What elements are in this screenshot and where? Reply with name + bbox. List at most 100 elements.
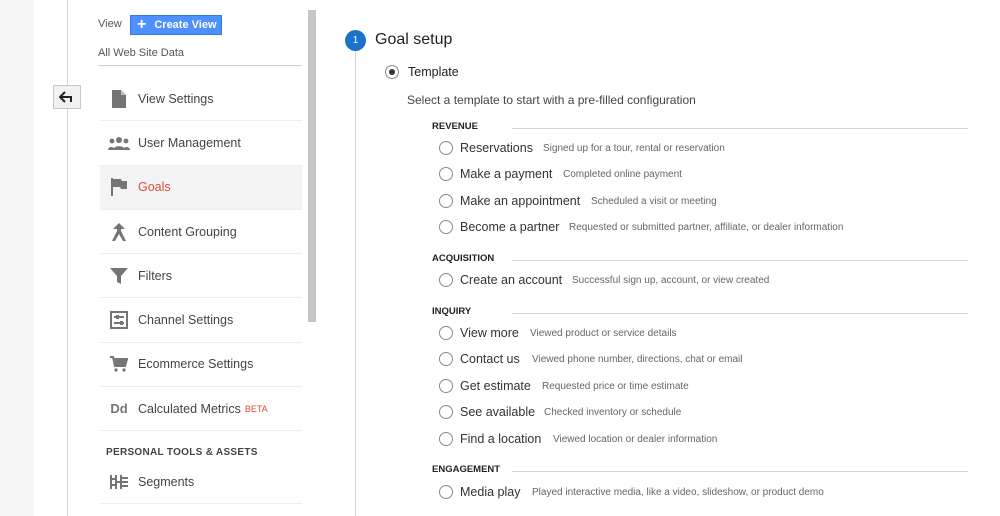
menu-item-goals[interactable]: Goals	[100, 165, 302, 210]
scrollbar[interactable]	[308, 10, 316, 322]
step-number-badge: 1	[345, 30, 366, 51]
option-radio[interactable]	[439, 194, 453, 208]
menu-item-label: Calculated Metrics	[138, 401, 241, 416]
category-heading: INQUIRY	[432, 306, 968, 319]
document-icon	[100, 89, 138, 108]
plus-icon: +	[137, 16, 147, 33]
category-inquiry: INQUIRY View more Viewed product or serv…	[432, 306, 968, 451]
back-arrow-icon	[59, 91, 72, 103]
goal-option[interactable]: Reservations Signed up for a tour, renta…	[432, 138, 968, 158]
menu-item-label: Goals	[138, 180, 171, 195]
menu-item-content-grouping[interactable]: Content Grouping	[100, 210, 302, 255]
option-name: Get estimate	[460, 379, 531, 393]
create-view-button[interactable]: + Create View	[130, 15, 222, 35]
step-line	[355, 51, 356, 516]
menu-item-calculated-metrics[interactable]: Dd Calculated Metrics BETA	[100, 387, 302, 432]
menu-item-label: User Management	[138, 135, 241, 150]
menu-item-label: View Settings	[138, 91, 214, 106]
users-icon	[100, 136, 138, 150]
option-name: See available	[460, 405, 536, 419]
admin-menu: View Settings User Management Goals Cont…	[100, 77, 302, 432]
menu-item-ecommerce-settings[interactable]: Ecommerce Settings	[100, 343, 302, 388]
option-radio[interactable]	[439, 273, 453, 287]
option-description: Viewed product or service details	[530, 327, 677, 339]
menu-item-user-management[interactable]: User Management	[100, 121, 302, 166]
option-description: Checked inventory or schedule	[544, 406, 682, 418]
dd-icon: Dd	[110, 401, 128, 417]
template-label: Template	[408, 65, 459, 79]
category-heading: ENGAGEMENT	[432, 464, 968, 477]
option-name: Find a location	[460, 432, 542, 446]
option-description: Completed online payment	[563, 168, 682, 180]
option-description: Requested price or time estimate	[542, 380, 689, 392]
personal-tools-menu: Segments	[100, 460, 302, 505]
divider	[98, 65, 302, 66]
view-label: View	[98, 18, 122, 30]
category-engagement: ENGAGEMENT Media play Played interactive…	[432, 464, 968, 506]
menu-item-channel-settings[interactable]: Channel Settings	[100, 298, 302, 343]
category-revenue: REVENUE Reservations Signed up for a tou…	[432, 121, 968, 241]
flag-icon	[100, 178, 138, 197]
option-name: Media play	[460, 485, 521, 499]
grouping-icon	[100, 222, 138, 241]
menu-item-label: Filters	[138, 268, 173, 283]
category-heading: REVENUE	[432, 121, 968, 134]
option-radio[interactable]	[439, 485, 453, 499]
menu-item-label: Segments	[138, 474, 195, 489]
option-name: Reservations	[460, 141, 533, 155]
timeline-line	[67, 0, 68, 516]
option-name: Become a partner	[460, 220, 560, 234]
menu-item-label: Channel Settings	[138, 313, 234, 328]
left-gutter	[0, 0, 34, 516]
goal-option[interactable]: See available Checked inventory or sched…	[432, 402, 968, 422]
filter-icon	[100, 267, 138, 284]
create-view-label: Create View	[154, 19, 217, 31]
option-radio[interactable]	[439, 432, 453, 446]
option-description: Scheduled a visit or meeting	[591, 195, 717, 207]
option-description: Successful sign up, account, or view cre…	[572, 274, 770, 286]
goal-option[interactable]: Media play Played interactive media, lik…	[432, 482, 968, 502]
option-name: Make a payment	[460, 167, 553, 181]
view-selector[interactable]: All Web Site Data	[98, 47, 184, 59]
option-description: Viewed location or dealer information	[553, 433, 718, 445]
option-name: Make an appointment	[460, 194, 581, 208]
option-description: Played interactive media, like a video, …	[532, 486, 824, 498]
option-name: Create an account	[460, 273, 563, 287]
option-description: Viewed phone number, directions, chat or…	[532, 353, 743, 365]
template-radio[interactable]	[385, 65, 399, 79]
goal-option[interactable]: View more Viewed product or service deta…	[432, 323, 968, 343]
template-instructions: Select a template to start with a pre-fi…	[407, 93, 696, 107]
beta-badge: BETA	[244, 403, 268, 414]
menu-item-label: Content Grouping	[138, 224, 237, 239]
goal-option[interactable]: Contact us Viewed phone number, directio…	[432, 349, 968, 369]
menu-item-filters[interactable]: Filters	[100, 254, 302, 299]
goal-option[interactable]: Make an appointment Scheduled a visit or…	[432, 191, 968, 211]
segments-icon	[100, 474, 138, 490]
goal-option[interactable]: Find a location Viewed location or deale…	[432, 429, 968, 449]
goal-option[interactable]: Get estimate Requested price or time est…	[432, 376, 968, 396]
option-radio[interactable]	[439, 167, 453, 181]
channel-settings-icon	[100, 311, 138, 330]
section-heading-personal-tools: PERSONAL TOOLS & ASSETS	[106, 447, 258, 458]
goal-option[interactable]: Create an account Successful sign up, ac…	[432, 270, 968, 290]
option-radio[interactable]	[439, 352, 453, 366]
category-acquisition: ACQUISITION Create an account Successful…	[432, 253, 968, 293]
option-description: Requested or submitted partner, affiliat…	[569, 221, 844, 233]
menu-item-view-settings[interactable]: View Settings	[100, 77, 302, 122]
option-radio[interactable]	[439, 379, 453, 393]
goal-option[interactable]: Become a partner Requested or submitted …	[432, 217, 968, 237]
goal-option[interactable]: Make a payment Completed online payment	[432, 164, 968, 184]
radio-selected-dot	[389, 69, 395, 75]
menu-item-segments[interactable]: Segments	[100, 460, 302, 505]
option-name: Contact us	[460, 352, 520, 366]
option-radio[interactable]	[439, 220, 453, 234]
category-heading: ACQUISITION	[432, 253, 968, 266]
option-radio[interactable]	[439, 326, 453, 340]
option-name: View more	[460, 326, 519, 340]
menu-item-label: Ecommerce Settings	[138, 357, 254, 372]
option-radio[interactable]	[439, 405, 453, 419]
option-radio[interactable]	[439, 141, 453, 155]
cart-icon	[100, 356, 138, 373]
option-description: Signed up for a tour, rental or reservat…	[543, 142, 725, 154]
back-button[interactable]	[53, 85, 81, 109]
